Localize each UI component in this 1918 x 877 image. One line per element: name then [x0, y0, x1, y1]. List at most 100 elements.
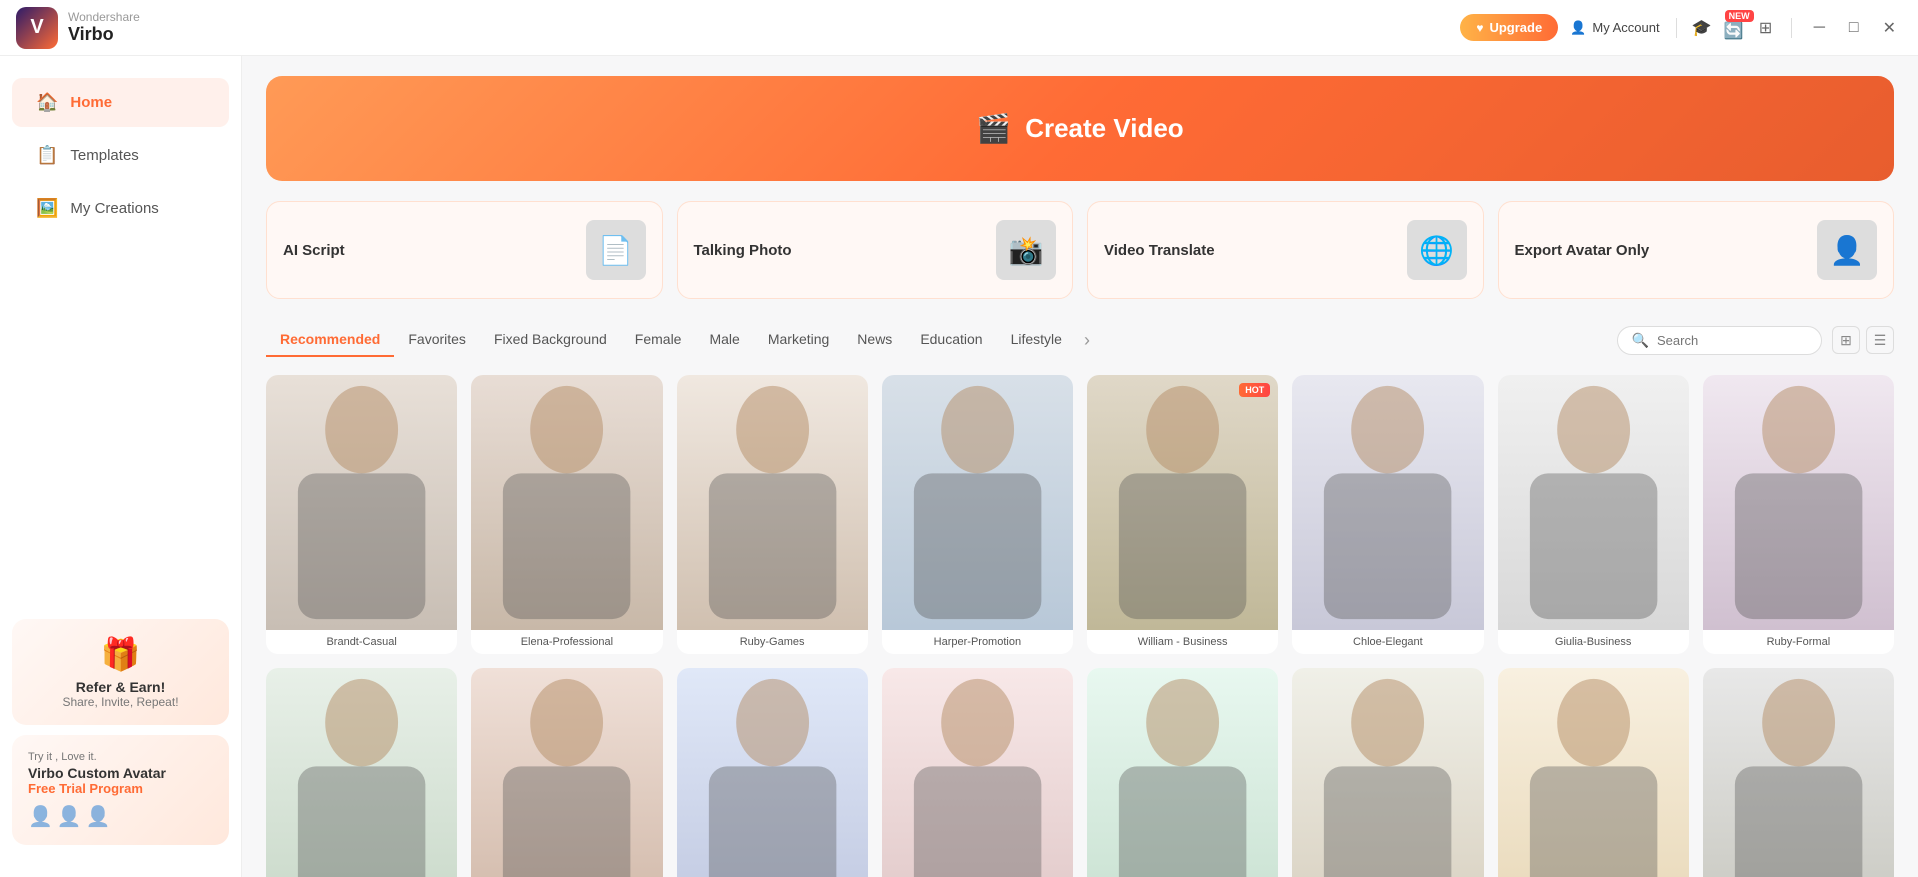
avatar-card-2[interactable]: Elena-Professional [471, 375, 662, 654]
avatar-image-15 [1498, 668, 1689, 877]
export-avatar-image: 👤 [1817, 220, 1877, 280]
minimize-button[interactable]: ─ [1808, 17, 1831, 39]
separator [1676, 18, 1677, 38]
avatar-search[interactable]: 🔍 [1617, 326, 1822, 355]
app-logo-area: V Wondershare Virbo [16, 7, 140, 49]
export-avatar-label: Export Avatar Only [1515, 242, 1650, 259]
avatar-card-5[interactable]: HOTWilliam - Business [1087, 375, 1278, 654]
tab-education[interactable]: Education [906, 323, 996, 357]
avatar-name-5: William - Business [1087, 630, 1278, 654]
tab-favorites[interactable]: Favorites [394, 323, 480, 357]
titlebar: V Wondershare Virbo Upgrade 👤 My Account… [0, 0, 1918, 56]
graduation-icon[interactable]: 🎓 [1693, 19, 1711, 37]
avatar-name-8: Ruby-Formal [1703, 630, 1894, 654]
app-logo-icon: V [16, 7, 58, 49]
sidebar-item-templates[interactable]: 📋 Templates [12, 131, 229, 180]
avatar-card-12[interactable]: John-Marketer [882, 668, 1073, 877]
templates-icon: 📋 [36, 145, 58, 166]
ai-script-label: AI Script [283, 242, 345, 259]
create-video-label: Create Video [1025, 113, 1183, 144]
avatar-name-1: Brandt-Casual [266, 630, 457, 654]
avatar-image-2 [471, 375, 662, 630]
sidebar-item-home-label: Home [70, 94, 112, 111]
refresh-icon-wrapper: NEW 🔄 [1725, 16, 1743, 40]
avatar-card-16[interactable]: Noppon - Fitness [1703, 668, 1894, 877]
trial-avatars: 👤👤👤 [28, 804, 213, 829]
search-icon: 🔍 [1632, 332, 1649, 349]
trial-prefix: Try it , Love it. [28, 751, 213, 763]
avatar-card-13[interactable]: Harper - News Anchor [1087, 668, 1278, 877]
video-translate-image: 🌐 [1407, 220, 1467, 280]
avatar-name-2: Elena-Professional [471, 630, 662, 654]
app-logo-text: Wondershare Virbo [68, 10, 140, 46]
tab-female[interactable]: Female [621, 323, 696, 357]
my-account-button[interactable]: 👤 My Account [1570, 20, 1659, 36]
trial-name: Virbo Custom Avatar [28, 765, 213, 781]
avatar-card-7[interactable]: Giulia-Business [1498, 375, 1689, 654]
list-view-button[interactable]: ☰ [1866, 326, 1894, 354]
avatar-card-1[interactable]: Brandt-Casual [266, 375, 457, 654]
tab-fixed-background[interactable]: Fixed Background [480, 323, 621, 357]
view-toggle: ⊞ ☰ [1832, 326, 1894, 354]
tab-recommended[interactable]: Recommended [266, 323, 394, 357]
sidebar-item-home[interactable]: 🏠 Home [12, 78, 229, 127]
avatar-image-7 [1498, 375, 1689, 630]
tab-lifestyle[interactable]: Lifestyle [997, 323, 1076, 357]
create-video-banner[interactable]: 🎬 Create Video [266, 76, 1894, 181]
my-account-label: My Account [1592, 20, 1659, 35]
avatar-image-6 [1292, 375, 1483, 630]
gift-icon: 🎁 [28, 635, 213, 673]
window-icons: 🎓 NEW 🔄 ⊞ [1693, 16, 1775, 40]
education-icon-wrapper: 🎓 [1693, 19, 1711, 37]
grid-icon[interactable]: ⊞ [1757, 19, 1775, 37]
avatar-grid: Brandt-Casual Elena-Professional Ruby-Ga… [266, 375, 1894, 877]
my-creations-icon: 🖼️ [36, 198, 58, 219]
tab-news[interactable]: News [843, 323, 906, 357]
refer-subtitle: Share, Invite, Repeat! [28, 695, 213, 709]
trial-card[interactable]: Try it , Love it. Virbo Custom Avatar Fr… [12, 735, 229, 845]
refresh-icon[interactable]: 🔄 [1725, 22, 1743, 40]
avatar-card-3[interactable]: Ruby-Games [677, 375, 868, 654]
separator-2 [1791, 18, 1792, 38]
sidebar-item-my-creations-label: My Creations [70, 200, 158, 217]
tabs-row: Recommended Favorites Fixed Background F… [266, 323, 1894, 357]
avatar-name-3: Ruby-Games [677, 630, 868, 654]
avatar-image-4 [882, 375, 1073, 630]
sidebar: 🏠 Home 📋 Templates 🖼️ My Creations 🎁 Ref… [0, 56, 242, 877]
avatar-name-4: Harper-Promotion [882, 630, 1073, 654]
avatar-card-15[interactable]: Amara - Traditional [1498, 668, 1689, 877]
feature-card-talking-photo[interactable]: Talking Photo 📸 [677, 201, 1074, 299]
avatar-card-8[interactable]: Ruby-Formal [1703, 375, 1894, 654]
avatar-card-10[interactable]: Gabriel-Business [471, 668, 662, 877]
upgrade-button[interactable]: Upgrade [1460, 14, 1558, 41]
grid-view-button[interactable]: ⊞ [1832, 326, 1860, 354]
sidebar-bottom: 🎁 Refer & Earn! Share, Invite, Repeat! T… [0, 607, 241, 857]
avatar-card-4[interactable]: Harper-Promotion [882, 375, 1073, 654]
avatar-card-14[interactable]: Contee-Leisure [1292, 668, 1483, 877]
avatar-image-10 [471, 668, 662, 877]
avatar-image-3 [677, 375, 868, 630]
refer-card[interactable]: 🎁 Refer & Earn! Share, Invite, Repeat! [12, 619, 229, 725]
avatar-image-12 [882, 668, 1073, 877]
tab-male[interactable]: Male [695, 323, 753, 357]
avatar-card-11[interactable]: Mina - Hanfu [677, 668, 868, 877]
main-content: 🎬 Create Video AI Script 📄 Talking Photo… [242, 56, 1918, 877]
sidebar-item-my-creations[interactable]: 🖼️ My Creations [12, 184, 229, 233]
search-input[interactable] [1657, 333, 1807, 348]
avatar-card-9[interactable]: Arjun - Araber [266, 668, 457, 877]
avatar-image-11 [677, 668, 868, 877]
maximize-button[interactable]: □ [1843, 17, 1865, 39]
avatar-image-9 [266, 668, 457, 877]
feature-cards: AI Script 📄 Talking Photo 📸 Video Transl… [266, 201, 1894, 299]
feature-card-ai-script[interactable]: AI Script 📄 [266, 201, 663, 299]
tab-marketing[interactable]: Marketing [754, 323, 843, 357]
tabs-more-button[interactable]: › [1076, 330, 1098, 351]
close-button[interactable]: ✕ [1877, 16, 1902, 40]
ai-script-image: 📄 [586, 220, 646, 280]
trial-highlight: Free Trial Program [28, 781, 213, 796]
avatar-card-6[interactable]: Chloe-Elegant [1292, 375, 1483, 654]
feature-card-video-translate[interactable]: Video Translate 🌐 [1087, 201, 1484, 299]
avatar-image-13 [1087, 668, 1278, 877]
feature-card-export-avatar[interactable]: Export Avatar Only 👤 [1498, 201, 1895, 299]
avatar-name-6: Chloe-Elegant [1292, 630, 1483, 654]
